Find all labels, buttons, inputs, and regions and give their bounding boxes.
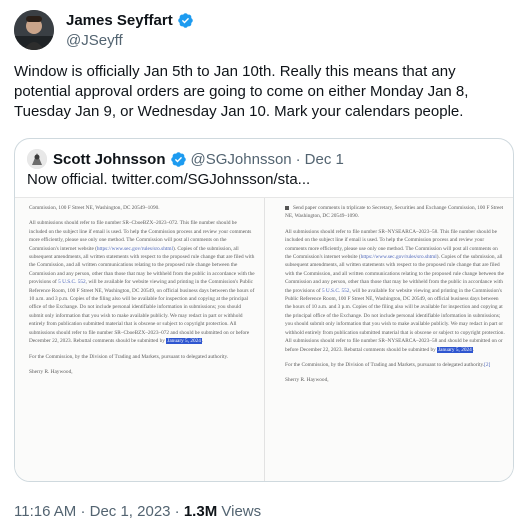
views-label: Views	[221, 503, 262, 520]
quoted-tweet[interactable]: Scott Johnsson @SGJohnsson · Dec 1 Now o…	[14, 138, 514, 482]
doc-link: https://www.sec.gov/rules/sro.shtml	[360, 254, 437, 261]
quoted-author-name: Scott Johnsson	[53, 150, 166, 168]
doc-link: https://www.sec.gov/rules/sro.shtml	[96, 245, 173, 252]
highlighted-date: January 5, 2024	[437, 346, 473, 353]
quoted-verified-badge-icon	[170, 151, 187, 168]
tweet-header: James Seyffart @JSeyff	[14, 10, 514, 54]
doc-signature: Sherry R. Haywood,	[285, 377, 329, 384]
tweet-date[interactable]: Dec 1, 2023	[90, 503, 171, 520]
tweet-time[interactable]: 11:16 AM	[14, 503, 76, 520]
doc-link: 5 U.S.C. 552	[58, 279, 86, 286]
avatar[interactable]	[14, 10, 54, 50]
doc-text: .	[201, 338, 204, 345]
quoted-tweet-header: Scott Johnsson @SGJohnsson · Dec 1	[27, 149, 344, 169]
name-row: James Seyffart	[66, 12, 194, 29]
verified-badge-icon	[177, 12, 194, 29]
quoted-author-handle: @SGJohnsson	[190, 150, 292, 168]
document-page-right[interactable]: Send paper comments in triplicate to Sec…	[264, 198, 513, 481]
doc-paragraph: Commission, 100 F Street NE, Washington,…	[29, 205, 160, 211]
quoted-date: Dec 1	[304, 150, 344, 168]
footer-separator: ·	[80, 503, 86, 520]
avatar-image	[14, 10, 54, 50]
doc-text: For the Commission, by the Division of T…	[285, 361, 485, 368]
doc-link: 5 U.S.C. 552	[321, 287, 350, 294]
document-page-left[interactable]: Commission, 100 F Street NE, Washington,…	[15, 198, 264, 481]
highlighted-date: January 5, 2024	[166, 338, 202, 345]
doc-signature: Sherry R. Haywood,	[29, 368, 73, 375]
quoted-tweet-text: Now official. twitter.com/SGJohnsson/sta…	[27, 171, 311, 188]
doc-text: , will be available for website viewing …	[29, 279, 255, 345]
tweet-text: Window is officially Jan 5th to Jan 10th…	[14, 63, 473, 120]
tweet: James Seyffart @JSeyff Window is officia…	[0, 0, 527, 529]
doc-text: Send paper comments in triplicate to Sec…	[285, 205, 504, 220]
views-count: 1.3M	[183, 503, 218, 520]
doc-paragraph: All submissions should refer to file num…	[29, 219, 256, 345]
quoted-media[interactable]: Commission, 100 F Street NE, Washington,…	[15, 197, 513, 481]
author-handle[interactable]: @JSeyff	[66, 32, 123, 49]
author-name[interactable]: James Seyffart	[66, 12, 173, 29]
footer-separator: ·	[174, 503, 180, 520]
footnote-ref: [2]	[484, 361, 491, 368]
doc-paragraph: For the Commission, by the Division of T…	[285, 361, 505, 369]
quoted-separator: ·	[295, 150, 301, 168]
doc-text: , will be available for website viewing …	[285, 287, 505, 353]
doc-text: .	[472, 346, 475, 353]
doc-paragraph: Send paper comments in triplicate to Sec…	[285, 204, 505, 221]
tweet-footer: 11:16 AM · Dec 1, 2023 · 1.3M Views	[14, 503, 261, 520]
doc-paragraph: For the Commission, by the Division of T…	[29, 353, 229, 360]
bullet-icon	[285, 205, 289, 210]
doc-paragraph: All submissions should refer to file num…	[285, 228, 505, 354]
quoted-avatar	[27, 149, 47, 169]
